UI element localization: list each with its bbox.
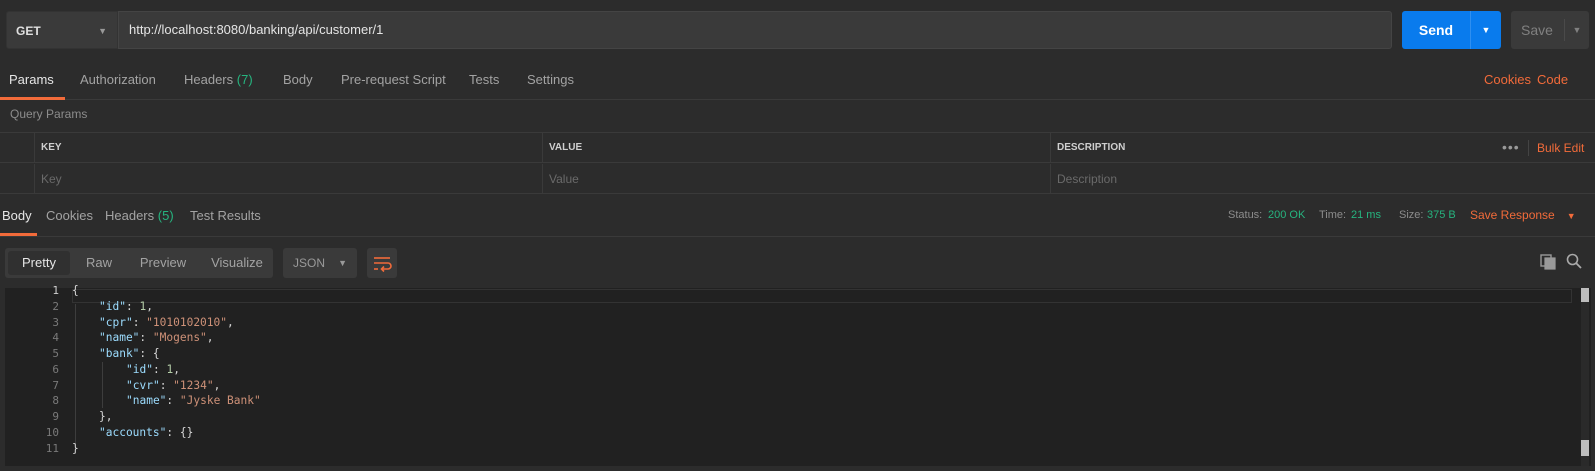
more-options-icon[interactable]: ••• — [1502, 133, 1520, 161]
tab-headers-count: (7) — [236, 72, 253, 87]
response-tab-body[interactable]: Body — [2, 200, 32, 237]
send-options-chevron-icon[interactable]: ▼ — [1471, 11, 1501, 49]
tab-prerequest-script[interactable]: Pre-request Script — [341, 60, 446, 100]
code-line: "name": "Mogens", — [99, 331, 214, 344]
code-line: "accounts": {} — [99, 426, 194, 439]
line-number: 9 — [52, 410, 59, 423]
send-button-label: Send — [1418, 22, 1454, 38]
view-mode-group: Pretty Raw Preview Visualize — [5, 248, 273, 278]
response-headers-count: (5) — [157, 208, 174, 223]
line-number: 3 — [52, 316, 59, 329]
scrollbar-thumb-bottom[interactable] — [1581, 440, 1589, 456]
tab-params[interactable]: Params — [9, 60, 54, 100]
tab-tests[interactable]: Tests — [469, 60, 499, 100]
size-value: 375 B — [1427, 209, 1456, 221]
code-content: { "id": 1, "cpr": "1010102010", "name": … — [72, 284, 1572, 466]
column-key: KEY — [34, 133, 542, 163]
code-line: } — [72, 442, 79, 455]
line-number: 4 — [52, 331, 59, 344]
code-line: "id": 1, — [126, 363, 180, 376]
response-tab-test-results[interactable]: Test Results — [190, 200, 261, 237]
header-divider — [1528, 140, 1529, 156]
code-line: "name": "Jyske Bank" — [126, 394, 261, 407]
scrollbar-thumb[interactable] — [1581, 288, 1589, 302]
save-response-button[interactable]: Save Response ▼ — [1470, 200, 1576, 237]
search-icon[interactable] — [1565, 252, 1583, 270]
format-value: JSON — [293, 256, 326, 270]
tab-settings[interactable]: Settings — [527, 60, 574, 100]
format-select[interactable]: JSON ▼ — [283, 248, 357, 278]
code-line: "id": 1, — [99, 300, 153, 313]
chevron-down-icon: ▼ — [98, 26, 107, 36]
description-input[interactable]: Description — [1050, 164, 1595, 194]
value-input[interactable]: Value — [542, 164, 1050, 194]
column-value: VALUE — [542, 133, 1050, 163]
chevron-down-icon: ▼ — [338, 258, 347, 268]
view-visualize-button[interactable]: Visualize — [205, 248, 269, 278]
response-tabs: Body Cookies Headers (5) Test Results St… — [0, 200, 1595, 237]
response-active-tab-indicator — [0, 233, 37, 236]
tab-headers[interactable]: Headers (7) — [184, 60, 253, 100]
code-line: }, — [99, 410, 113, 423]
view-raw-button[interactable]: Raw — [76, 248, 122, 278]
line-number: 2 — [52, 300, 59, 313]
save-options-chevron-icon[interactable]: ▼ — [1565, 11, 1589, 49]
query-params-title: Query Params — [10, 107, 88, 121]
tab-headers-label: Headers — [184, 72, 234, 87]
line-number: 1 — [52, 284, 59, 297]
save-button[interactable]: Save ▼ — [1511, 11, 1589, 49]
code-line: "cvr": "1234", — [126, 379, 221, 392]
table-header-row: KEY VALUE DESCRIPTION ••• Bulk Edit — [0, 133, 1595, 163]
active-tab-indicator — [0, 97, 65, 100]
response-tab-cookies[interactable]: Cookies — [46, 200, 93, 237]
query-params-table: KEY VALUE DESCRIPTION ••• Bulk Edit Key … — [0, 132, 1595, 194]
method-value: GET — [16, 24, 41, 38]
wrap-lines-button[interactable] — [367, 248, 397, 278]
time-label: Time: — [1319, 209, 1347, 221]
chevron-down-icon: ▼ — [1566, 211, 1576, 221]
response-body-editor[interactable]: 1 2 3 4 5 6 7 8 9 10 11 { "id": 1, "cpr"… — [5, 284, 1591, 466]
key-input[interactable]: Key — [34, 164, 542, 194]
time-value: 21 ms — [1351, 209, 1381, 221]
current-line-highlight — [72, 289, 1572, 303]
line-number-gutter: 1 2 3 4 5 6 7 8 9 10 11 — [5, 284, 67, 466]
response-headers-label: Headers — [105, 208, 155, 223]
code-line: "bank": { — [99, 347, 160, 360]
line-number: 6 — [52, 363, 59, 376]
code-line: { — [72, 284, 79, 297]
method-select[interactable]: GET ▼ — [6, 11, 118, 49]
code-link[interactable]: Code — [1537, 60, 1568, 100]
line-number: 7 — [52, 379, 59, 392]
view-pretty-button[interactable]: Pretty — [8, 251, 70, 275]
save-response-label: Save Response — [1470, 208, 1555, 222]
indent-guide — [75, 304, 76, 454]
view-preview-button[interactable]: Preview — [133, 248, 193, 278]
tab-body[interactable]: Body — [283, 60, 313, 100]
vertical-scrollbar[interactable] — [1581, 288, 1589, 466]
status-label: Status: — [1228, 209, 1263, 221]
line-number: 8 — [52, 394, 59, 407]
tab-authorization[interactable]: Authorization — [80, 60, 156, 100]
response-tab-headers[interactable]: Headers (5) — [105, 200, 174, 237]
table-row: Key Value Description — [0, 164, 1595, 194]
indent-guide — [102, 362, 103, 408]
bulk-edit-link[interactable]: Bulk Edit — [1537, 133, 1584, 163]
status-value: 200 OK — [1268, 209, 1306, 221]
request-tabs: Params Authorization Headers (7) Body Pr… — [0, 60, 1595, 100]
line-number: 10 — [45, 426, 59, 439]
line-number: 11 — [45, 442, 59, 455]
send-button[interactable]: Send ▼ — [1402, 11, 1501, 49]
size-label: Size: — [1399, 209, 1424, 221]
cookies-link[interactable]: Cookies — [1484, 60, 1531, 100]
copy-icon[interactable] — [1539, 253, 1557, 271]
url-input[interactable]: http://localhost:8080/banking/api/custom… — [118, 11, 1392, 49]
code-line: "cpr": "1010102010", — [99, 316, 234, 329]
line-number: 5 — [52, 347, 59, 360]
wrap-lines-icon — [374, 257, 392, 273]
save-button-label: Save — [1521, 22, 1553, 38]
